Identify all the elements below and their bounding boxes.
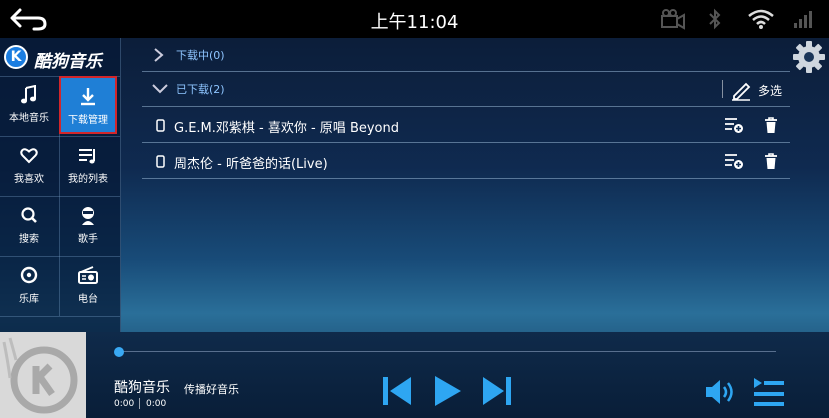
multi-select-button[interactable]: 多选 [722,76,786,102]
sidebar-item-label: 下载管理 [68,115,108,126]
album-cover[interactable] [0,332,86,418]
sidebar-item-local-music[interactable]: 本地音乐 [0,76,58,134]
downloaded-section-header[interactable]: 已下载(2) 多选 [142,72,790,106]
elapsed-time: 0:00 [114,399,135,409]
kugou-logo-icon [0,332,86,418]
next-track-icon[interactable] [480,374,514,408]
divider [139,398,140,409]
sidebar: K 酷狗音乐 本地音乐 下载管理 我喜欢 我的列表 搜索 歌手 乐库 电台 [0,38,121,332]
song-row[interactable]: G.E.M.邓紫棋 - 喜欢你 - 原唱 Beyond [142,107,790,143]
radio-icon [78,266,98,284]
download-icon [81,88,95,106]
trash-icon[interactable] [764,116,778,134]
chevron-down-icon [152,84,168,94]
app-name: 酷狗音乐 [34,52,102,72]
disc-icon [20,266,38,284]
singer-icon [82,207,94,225]
sidebar-item-singers[interactable]: 歌手 [59,197,117,255]
playlist-icon [79,149,95,164]
logo-icon: K [4,45,28,69]
sidebar-item-label: 搜索 [19,234,39,245]
downloaded-label: 已下载(2) [176,83,225,96]
player-bar: 酷狗音乐 传播好音乐 0:00 0:00 [0,332,829,418]
cell-signal-icon [794,11,812,28]
playlist-queue-icon[interactable] [752,376,786,408]
settings-gear-icon[interactable] [792,40,826,74]
sidebar-item-download-manager[interactable]: 下载管理 [59,76,117,134]
trash-icon[interactable] [764,152,778,170]
phone-icon [156,155,165,168]
sidebar-item-label: 歌手 [78,234,98,245]
progress-knob[interactable] [114,347,124,357]
song-row[interactable]: 周杰伦 - 听爸爸的话(Live) [142,143,790,179]
downloading-label: 下载中(0) [176,49,225,62]
sidebar-item-music-library[interactable]: 乐库 [0,257,58,315]
sidebar-item-label: 我的列表 [68,174,108,185]
song-title: G.E.M.邓紫棋 - 喜欢你 - 原唱 Beyond [174,121,399,136]
divider [722,80,723,98]
song-title: 周杰伦 - 听爸爸的话(Live) [174,157,328,172]
chevron-right-icon [154,48,164,62]
now-playing-subtitle: 传播好音乐 [184,383,239,396]
now-playing-title: 酷狗音乐 [114,380,170,396]
clock: 上午11:04 [370,12,459,33]
sidebar-item-label: 乐库 [19,294,39,305]
app-logo: K 酷狗音乐 [4,42,120,74]
sidebar-item-label: 本地音乐 [9,113,49,124]
sidebar-item-label: 电台 [78,294,98,305]
add-to-queue-icon[interactable] [724,116,744,134]
video-camera-icon [661,9,685,30]
divider [142,178,790,179]
sidebar-item-my-lists[interactable]: 我的列表 [59,137,117,195]
pencil-icon [732,82,751,101]
phone-icon [156,119,165,132]
search-icon [21,207,37,223]
volume-icon[interactable] [704,378,736,406]
progress-track[interactable] [118,351,776,352]
sidebar-item-label: 我喜欢 [14,174,44,185]
bluetooth-icon [709,8,721,30]
music-note-icon [21,85,36,104]
add-to-queue-icon[interactable] [724,152,744,170]
previous-track-icon[interactable] [380,374,414,408]
sidebar-item-search[interactable]: 搜索 [0,197,58,255]
multi-select-label: 多选 [758,84,783,98]
wifi-icon [748,9,774,29]
downloading-section-header[interactable]: 下载中(0) [142,38,790,72]
sidebar-item-radio[interactable]: 电台 [59,257,117,315]
divider [0,316,120,317]
status-bar: 上午11:04 [0,0,829,38]
total-time: 0:00 [146,399,167,409]
play-icon[interactable] [430,374,464,408]
sidebar-item-favorites[interactable]: 我喜欢 [0,137,58,195]
heart-icon [20,148,38,164]
